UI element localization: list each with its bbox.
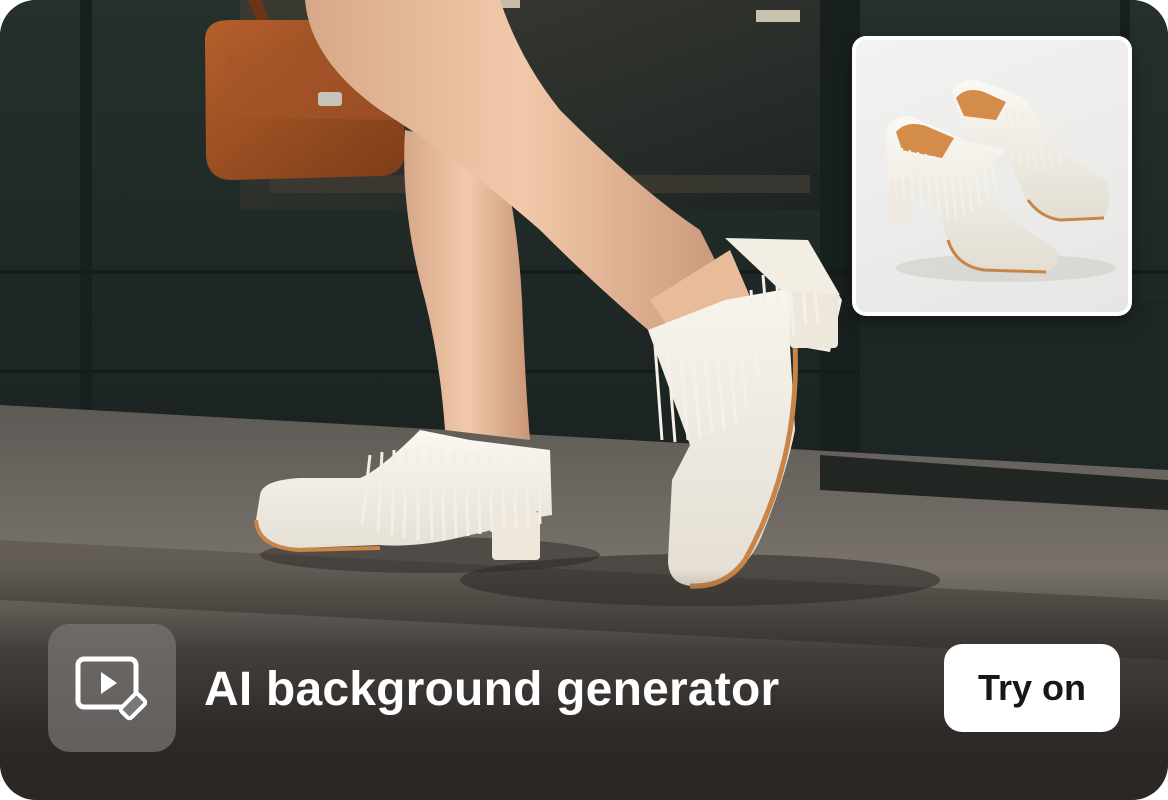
video-edit-icon (48, 624, 176, 752)
try-on-button[interactable]: Try on (944, 644, 1120, 732)
product-image (856, 40, 1128, 312)
product-thumbnail (852, 36, 1132, 316)
feature-title: AI background generator (204, 663, 780, 716)
promo-card: AI background generator Try on (0, 0, 1168, 800)
